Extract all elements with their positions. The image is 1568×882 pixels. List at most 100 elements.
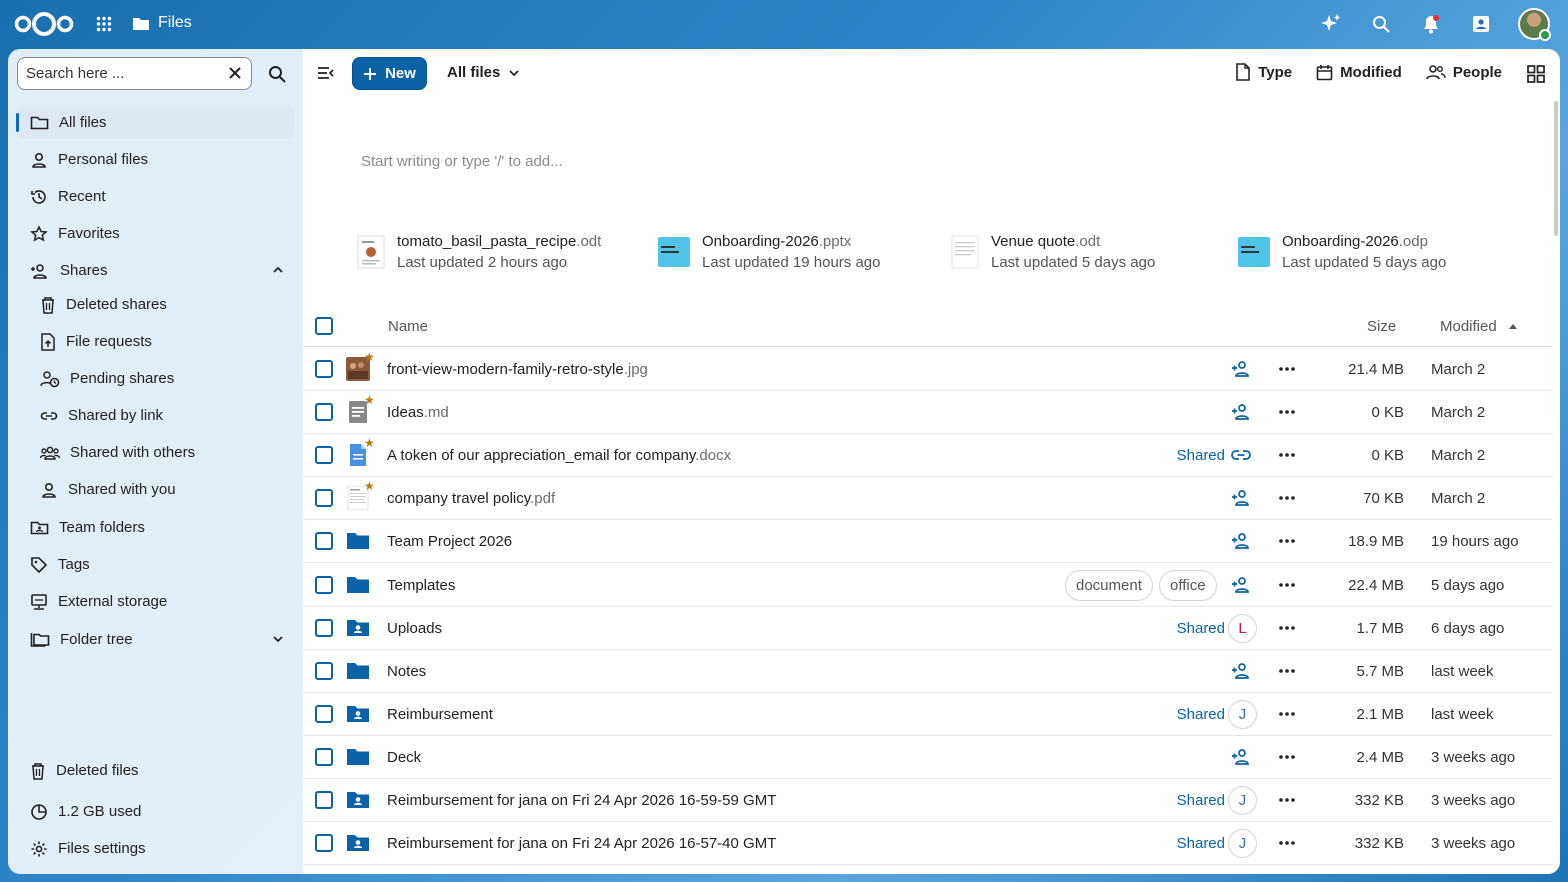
notifications-icon[interactable] bbox=[1418, 11, 1444, 37]
more-actions-icon[interactable] bbox=[1278, 748, 1296, 766]
recent-file-card[interactable]: Onboarding-2026.pptx Last updated 19 hou… bbox=[658, 233, 880, 271]
row-checkbox[interactable] bbox=[315, 834, 333, 853]
table-row[interactable]: ★ A token of our appreciation_email for c… bbox=[303, 434, 1553, 478]
row-checkbox[interactable] bbox=[315, 661, 333, 680]
file-name[interactable]: Notes bbox=[387, 663, 426, 680]
table-row[interactable]: Reimbursement Shared J 2.1 MB last week bbox=[303, 693, 1553, 736]
nextcloud-logo-icon[interactable] bbox=[14, 11, 74, 37]
more-actions-icon[interactable] bbox=[1278, 834, 1296, 852]
row-checkbox[interactable] bbox=[315, 489, 333, 508]
share-add-icon[interactable] bbox=[1231, 489, 1251, 507]
search-icon[interactable] bbox=[268, 65, 286, 83]
table-row[interactable]: ★ front-view-modern-family-retro-style.jp… bbox=[303, 348, 1553, 391]
sidebar-item-shares[interactable]: Shares bbox=[16, 254, 294, 287]
select-all-checkbox[interactable] bbox=[315, 317, 333, 335]
recent-file-card[interactable]: tomato_basil_pasta_recipe.odt Last updat… bbox=[357, 233, 601, 271]
file-name[interactable]: front-view-modern-family-retro-style.jpg bbox=[387, 361, 648, 378]
file-name[interactable]: Team Project 2026 bbox=[387, 533, 512, 550]
row-checkbox[interactable] bbox=[315, 747, 333, 766]
table-row[interactable]: Uploads Shared L 1.7 MB 6 days ago bbox=[303, 607, 1553, 650]
filter-modified[interactable]: Modified bbox=[1316, 63, 1402, 81]
table-row[interactable]: ★ company travel policy.pdf 70 KB March 2 bbox=[303, 477, 1553, 521]
new-button[interactable]: New bbox=[352, 57, 427, 90]
recent-file-card[interactable]: Venue quote.odt Last updated 5 days ago bbox=[951, 233, 1155, 271]
shared-label[interactable]: Shared bbox=[1177, 620, 1225, 637]
shared-label[interactable]: Shared bbox=[1177, 706, 1225, 723]
column-name[interactable]: Name bbox=[388, 318, 428, 335]
more-actions-icon[interactable] bbox=[1278, 403, 1296, 421]
more-actions-icon[interactable] bbox=[1278, 360, 1296, 378]
deleted-files-link[interactable]: Deleted files bbox=[16, 754, 139, 787]
sidebar-item-external-storage[interactable]: External storage bbox=[16, 585, 294, 618]
app-menu-icon[interactable] bbox=[96, 16, 112, 32]
recent-file-card[interactable]: Onboarding-2026.odp Last updated 5 days … bbox=[1238, 233, 1446, 271]
table-row[interactable]: Team Project 2026 18.9 MB 19 hours ago bbox=[303, 520, 1553, 564]
table-row[interactable]: Deck 2.4 MB 3 weeks ago bbox=[303, 736, 1553, 779]
unified-search-icon[interactable] bbox=[1368, 11, 1394, 37]
app-title[interactable]: Files bbox=[132, 14, 192, 32]
sidebar-item-shared-with-others[interactable]: Shared with others bbox=[26, 436, 294, 469]
sidebar-item-tags[interactable]: Tags bbox=[16, 548, 294, 581]
sidebar-item-recent[interactable]: Recent bbox=[16, 180, 294, 213]
row-checkbox[interactable] bbox=[315, 791, 333, 809]
share-add-icon[interactable] bbox=[1231, 532, 1251, 550]
sidebar-item-shared-with-you[interactable]: Shared with you bbox=[26, 473, 294, 506]
share-add-icon[interactable] bbox=[1231, 662, 1251, 680]
share-add-icon[interactable] bbox=[1231, 403, 1251, 421]
shared-user-avatar[interactable]: L bbox=[1228, 613, 1257, 643]
storage-usage[interactable]: 1.2 GB used bbox=[16, 795, 141, 828]
file-name[interactable]: Uploads bbox=[387, 620, 442, 637]
row-checkbox[interactable] bbox=[315, 618, 333, 637]
sidebar-item-favorites[interactable]: Favorites bbox=[16, 217, 294, 250]
close-icon[interactable] bbox=[227, 65, 243, 81]
assistant-icon[interactable] bbox=[1318, 11, 1344, 37]
more-actions-icon[interactable] bbox=[1278, 619, 1296, 637]
file-name[interactable]: company travel policy.pdf bbox=[387, 490, 555, 507]
shared-user-avatar[interactable]: J bbox=[1228, 786, 1257, 815]
shared-label[interactable]: Shared bbox=[1177, 792, 1225, 809]
more-actions-icon[interactable] bbox=[1278, 489, 1296, 507]
row-checkbox[interactable] bbox=[315, 575, 333, 594]
shared-label[interactable]: Shared bbox=[1177, 447, 1225, 464]
search-input[interactable]: Search here ... bbox=[17, 57, 252, 90]
table-row[interactable]: Reimbursement for jana on Fri 24 Apr 202… bbox=[303, 779, 1553, 822]
sidebar-item-shared-by-link[interactable]: Shared by link bbox=[26, 399, 294, 432]
more-actions-icon[interactable] bbox=[1278, 791, 1296, 809]
row-checkbox[interactable] bbox=[315, 446, 333, 465]
breadcrumb[interactable]: All files bbox=[447, 64, 520, 81]
column-size[interactable]: Size bbox=[1367, 318, 1396, 335]
row-checkbox[interactable] bbox=[315, 704, 333, 723]
file-name[interactable]: Ideas.md bbox=[387, 404, 449, 421]
sidebar-item-pending-shares[interactable]: Pending shares bbox=[26, 362, 294, 395]
files-settings-button[interactable]: Files settings bbox=[16, 832, 146, 865]
file-name[interactable]: A token of our appreciation_email for co… bbox=[387, 447, 731, 464]
more-actions-icon[interactable] bbox=[1278, 662, 1296, 680]
file-name[interactable]: Deck bbox=[387, 749, 421, 766]
scrollbar[interactable] bbox=[1554, 101, 1558, 236]
row-checkbox[interactable] bbox=[315, 403, 333, 422]
chevron-up-icon[interactable] bbox=[272, 264, 284, 276]
sidebar-item-file-requests[interactable]: File requests bbox=[26, 325, 294, 358]
shared-user-avatar[interactable]: J bbox=[1228, 829, 1257, 859]
grid-view-icon[interactable] bbox=[1526, 64, 1546, 84]
shared-user-avatar[interactable]: J bbox=[1228, 699, 1257, 729]
more-actions-icon[interactable] bbox=[1278, 576, 1296, 594]
file-name[interactable]: Reimbursement bbox=[387, 706, 493, 723]
sidebar-item-team-folders[interactable]: Team folders bbox=[16, 511, 294, 544]
more-actions-icon[interactable] bbox=[1278, 446, 1296, 464]
table-row[interactable]: Templates document office 22.4 MB 5 days ago bbox=[303, 564, 1553, 607]
sidebar-item-deleted-shares[interactable]: Deleted shares bbox=[26, 288, 294, 321]
file-name[interactable]: Templates bbox=[387, 577, 455, 594]
tag-chip[interactable]: document bbox=[1065, 569, 1153, 601]
filter-people[interactable]: People bbox=[1426, 63, 1502, 81]
column-modified[interactable]: Modified bbox=[1440, 318, 1497, 335]
sidebar-item-personal-files[interactable]: Personal files bbox=[16, 143, 294, 176]
share-add-icon[interactable] bbox=[1231, 360, 1251, 378]
link-icon[interactable] bbox=[1231, 446, 1251, 464]
toggle-navigation-icon[interactable] bbox=[317, 65, 335, 81]
share-add-icon[interactable] bbox=[1231, 576, 1251, 594]
rich-workspace-editor[interactable]: Start writing or type '/' to add... bbox=[361, 153, 563, 170]
table-row[interactable]: Notes 5.7 MB last week bbox=[303, 650, 1553, 693]
row-checkbox[interactable] bbox=[315, 360, 333, 378]
shared-label[interactable]: Shared bbox=[1177, 835, 1225, 852]
